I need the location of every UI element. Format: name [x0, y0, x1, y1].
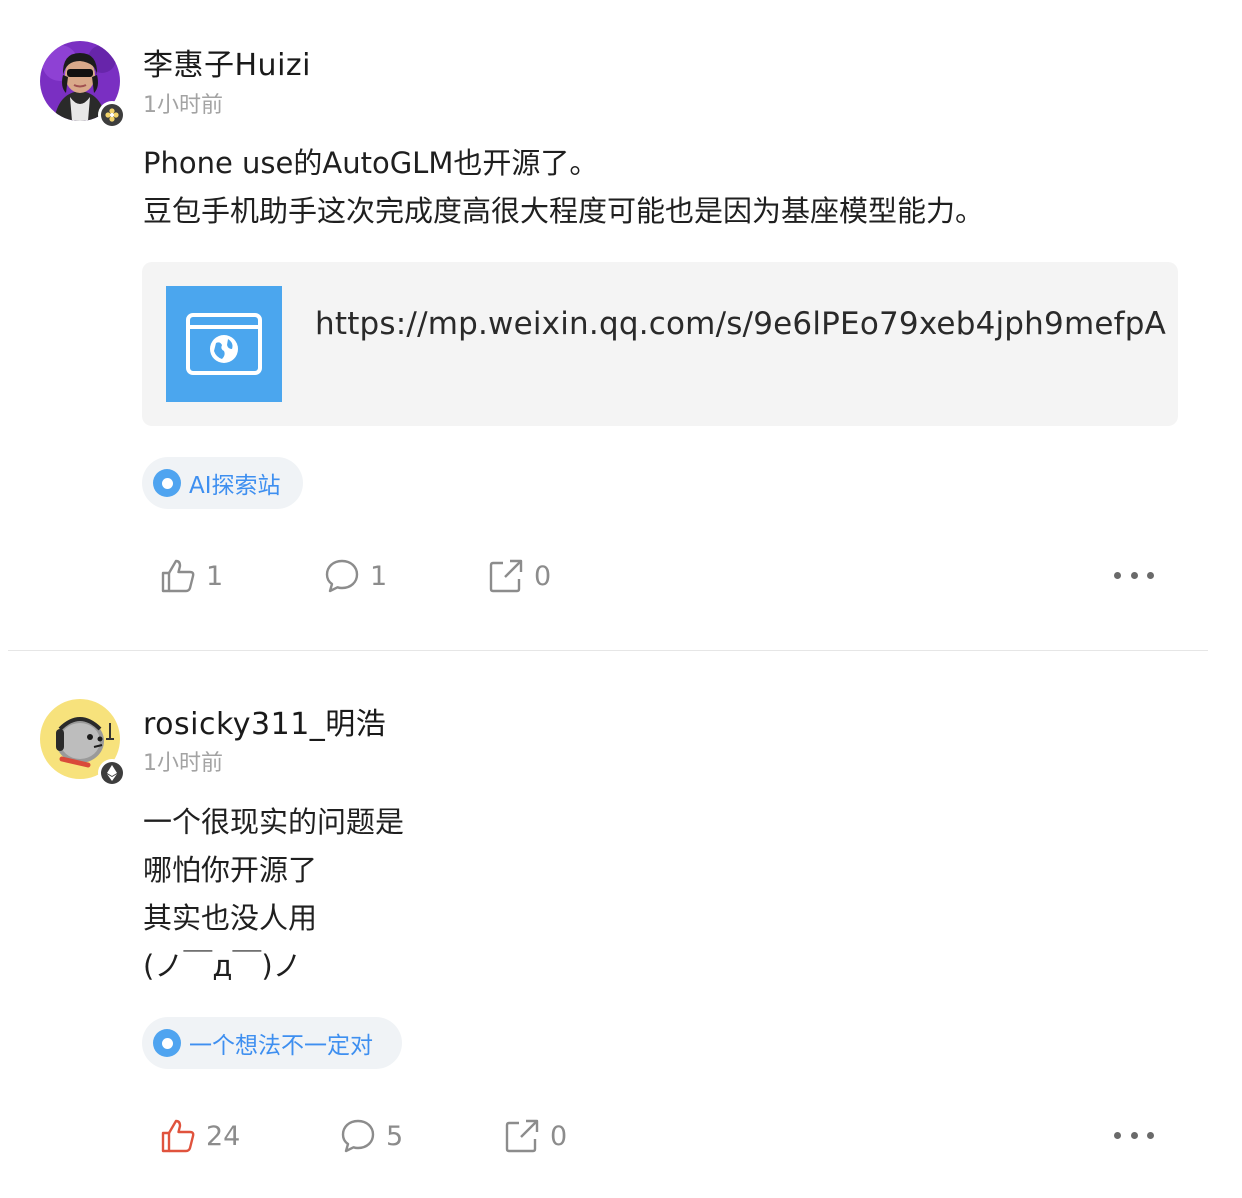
topic-tag[interactable]: 一个想法不一定对 — [142, 1017, 402, 1069]
content-line: Phone use的AutoGLM也开源了。 — [143, 146, 599, 180]
post[interactable]: 李惠子Huizi 1小时前 Phone use的AutoGLM也开源了。 豆包手… — [0, 0, 1242, 650]
like-button[interactable]: 24 — [160, 1112, 240, 1160]
like-count: 1 — [206, 560, 224, 592]
post-content[interactable]: Phone use的AutoGLM也开源了。 豆包手机助手这次完成度高很大程度可… — [143, 139, 984, 235]
comment-button[interactable]: 1 — [324, 552, 387, 600]
share-button[interactable]: 0 — [504, 1112, 567, 1160]
flower-badge-icon — [98, 101, 126, 129]
share-count: 0 — [534, 560, 552, 592]
topic-label: AI探索站 — [189, 473, 281, 499]
share-icon — [505, 1119, 539, 1153]
author-name[interactable]: 李惠子Huizi — [143, 40, 311, 84]
thumbs-up-icon — [161, 559, 195, 593]
post[interactable]: rosicky311_明浩 1小时前 一个很现实的问题是 哪怕你开源了 其实也没… — [0, 651, 1242, 1198]
topic-label: 一个想法不一定对 — [189, 1033, 373, 1059]
content-line: 其实也没人用 — [143, 901, 318, 935]
post-content[interactable]: 一个很现实的问题是 哪怕你开源了 其实也没人用 (ノ￣д￣)ノ — [143, 798, 404, 990]
like-count: 24 — [206, 1120, 241, 1152]
post-time: 1小时前 — [143, 751, 223, 776]
thumbs-up-icon — [161, 1119, 195, 1153]
post-time: 1小时前 — [143, 93, 223, 118]
comment-icon — [341, 1119, 375, 1153]
action-bar: 24 5 0 — [0, 1112, 1242, 1160]
topic-icon — [153, 1029, 181, 1057]
feed: 李惠子Huizi 1小时前 Phone use的AutoGLM也开源了。 豆包手… — [0, 0, 1242, 1198]
comment-icon — [325, 559, 359, 593]
avatar[interactable] — [40, 41, 126, 129]
browser-globe-icon — [166, 286, 282, 402]
author-name[interactable]: rosicky311_明浩 — [143, 699, 386, 743]
link-url[interactable]: https://mp.weixin.qq.com/s/9e6lPEo79xeb4… — [315, 306, 1166, 342]
content-line: 一个很现实的问题是 — [143, 805, 405, 839]
comment-button[interactable]: 5 — [340, 1112, 403, 1160]
more-options-icon[interactable] — [1114, 560, 1154, 590]
content-line: (ノ￣д￣)ノ — [143, 949, 302, 983]
content-line: 豆包手机助手这次完成度高很大程度可能也是因为基座模型能力。 — [143, 194, 985, 228]
comment-count: 5 — [386, 1120, 404, 1152]
avatar[interactable] — [40, 699, 126, 787]
ethereum-badge-icon — [98, 759, 126, 787]
share-count: 0 — [550, 1120, 568, 1152]
share-button[interactable]: 0 — [488, 552, 551, 600]
like-button[interactable]: 1 — [160, 552, 223, 600]
comment-count: 1 — [370, 560, 388, 592]
link-card[interactable]: https://mp.weixin.qq.com/s/9e6lPEo79xeb4… — [142, 262, 1178, 426]
action-bar: 1 1 0 — [0, 552, 1242, 600]
content-line: 哪怕你开源了 — [143, 853, 318, 887]
topic-icon — [153, 469, 181, 497]
topic-tag[interactable]: AI探索站 — [142, 457, 303, 509]
share-icon — [489, 559, 523, 593]
more-options-icon[interactable] — [1114, 1120, 1154, 1150]
